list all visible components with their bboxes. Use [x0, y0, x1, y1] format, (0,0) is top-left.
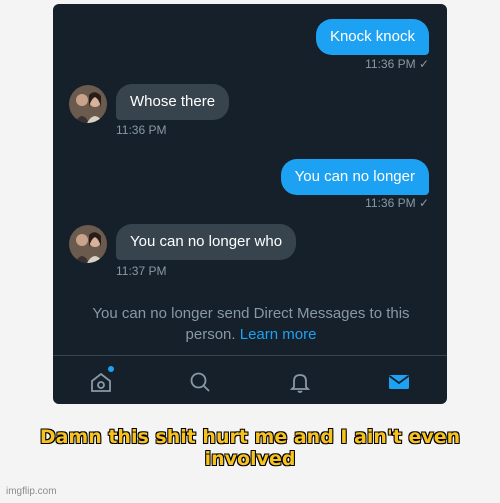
dm-disabled-notice: You can no longer send Direct Messages t…: [71, 303, 431, 345]
message-bubble-incoming[interactable]: You can no longer who: [116, 224, 297, 260]
message-timestamp: 11:37 PM: [116, 264, 167, 278]
bottom-tab-bar: [53, 356, 447, 404]
message-bubble-outgoing[interactable]: You can no longer: [280, 159, 429, 195]
search-icon[interactable]: [188, 370, 212, 394]
message-timestamp: 11:36 PM: [116, 123, 167, 137]
dm-conversation-screen: Knock knock 11:36 PM ✓ Whose there 11:36…: [53, 4, 447, 404]
message-bubble-outgoing[interactable]: Knock knock: [315, 19, 429, 55]
notification-dot: [108, 366, 114, 372]
message-timestamp: 11:36 PM ✓: [365, 196, 429, 210]
contact-avatar[interactable]: [69, 85, 107, 123]
contact-avatar[interactable]: [69, 225, 107, 263]
message-bubble-incoming[interactable]: Whose there: [116, 84, 230, 120]
mail-icon[interactable]: [387, 370, 411, 394]
message-timestamp: 11:36 PM ✓: [365, 57, 429, 71]
home-icon[interactable]: [89, 366, 114, 394]
caption-line: involved: [204, 448, 296, 470]
sent-check-icon: ✓: [418, 196, 429, 210]
sent-check-icon: ✓: [418, 57, 429, 71]
learn-more-link[interactable]: Learn more: [240, 326, 317, 343]
caption-line: Damn this shit hurt me and I ain't even: [39, 426, 461, 448]
meme-caption: Damn this shit hurt me and I ain't even …: [0, 426, 500, 470]
imgflip-watermark: imgflip.com: [6, 486, 57, 497]
bell-icon[interactable]: [288, 370, 312, 394]
